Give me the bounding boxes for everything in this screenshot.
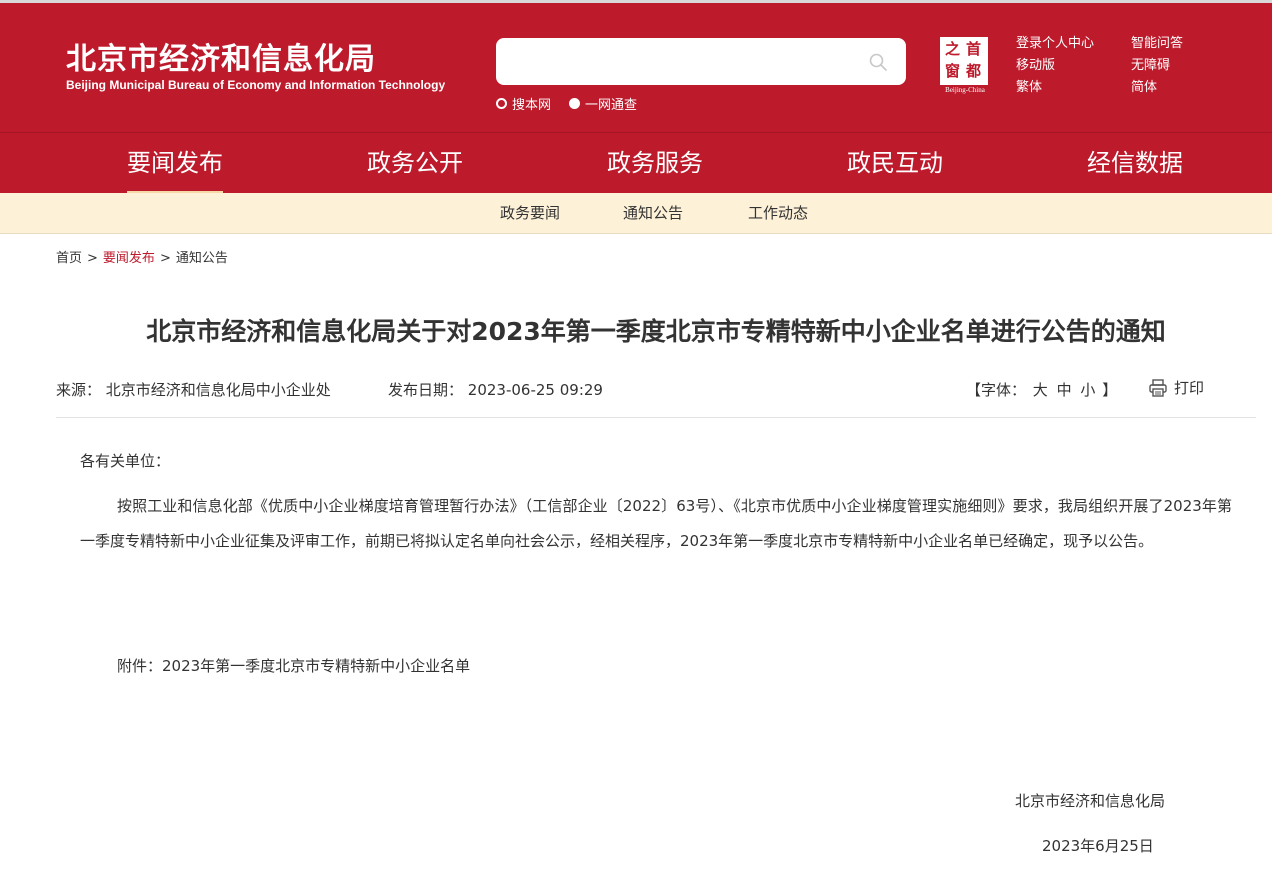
traditional-chinese-link[interactable]: 繁体	[1016, 77, 1094, 99]
capital-seal: 首 都 之 窗	[940, 37, 988, 85]
breadcrumb-separator: >	[159, 251, 171, 266]
font-size-control: 【字体： 大 中 小 】	[966, 379, 1117, 400]
header-links-col2: 智能问答 无障碍 简体	[1131, 33, 1183, 99]
main-nav: 要闻发布 政务公开 政务服务 政民互动 经信数据	[0, 132, 1272, 194]
seal-char: 之	[945, 40, 961, 58]
capital-logo-caption: Beijing-China	[945, 86, 985, 94]
radio-unselected-icon	[496, 98, 507, 109]
font-size-small[interactable]: 小	[1080, 381, 1095, 399]
source-value: 北京市经济和信息化局中小企业处	[105, 381, 331, 399]
scope-option-all[interactable]: 一网通查	[569, 94, 637, 113]
header-top-border	[0, 0, 1272, 3]
seal-char: 窗	[945, 62, 961, 80]
font-size-label-close: 】	[1102, 381, 1118, 399]
subnav-item-gov-news[interactable]: 政务要闻	[500, 193, 560, 234]
date-label: 发布日期：	[388, 381, 464, 399]
breadcrumb: 首页 > 要闻发布 > 通知公告	[56, 247, 228, 266]
header-links-col1: 登录个人中心 移动版 繁体	[1016, 33, 1094, 99]
article-date: 发布日期： 2023-06-25 09:29	[388, 379, 603, 400]
capital-window-logo[interactable]: 首 都 之 窗 Beijing-China	[938, 37, 990, 95]
scope-option-site[interactable]: 搜本网	[496, 94, 551, 113]
date-value: 2023-06-25 09:29	[467, 381, 603, 399]
sub-nav: 政务要闻 通知公告 工作动态	[0, 193, 1272, 234]
nav-item-news[interactable]: 要闻发布	[127, 133, 223, 194]
article-title: 北京市经济和信息化局关于对2023年第一季度北京市专精特新中小企业名单进行公告的…	[146, 317, 1166, 346]
site-title[interactable]: 北京市经济和信息化局	[66, 34, 376, 78]
smart-qa-link[interactable]: 智能问答	[1131, 33, 1183, 55]
seal-char: 首	[966, 40, 982, 58]
simplified-chinese-link[interactable]: 简体	[1131, 77, 1183, 99]
scope-option-label: 搜本网	[512, 98, 552, 113]
article-paragraph: 按照工业和信息化部《优质中小企业梯度培育管理暂行办法》（工信部企业〔2022〕6…	[80, 497, 1232, 550]
print-label: 打印	[1174, 379, 1205, 397]
subnav-item-notices[interactable]: 通知公告	[623, 193, 683, 234]
signature-organization: 北京市经济和信息化局	[1015, 792, 1166, 810]
site-header: 北京市经济和信息化局 Beijing Municipal Bureau of E…	[0, 0, 1272, 132]
mobile-version-link[interactable]: 移动版	[1016, 55, 1094, 77]
login-link[interactable]: 登录个人中心	[1016, 33, 1094, 55]
search-box[interactable]	[496, 38, 906, 85]
article-source: 来源： 北京市经济和信息化局中小企业处	[56, 379, 331, 400]
attachment-link[interactable]: 附件：2023年第一季度北京市专精特新中小企业名单	[117, 649, 470, 684]
subnav-item-work-updates[interactable]: 工作动态	[748, 193, 808, 234]
seal-char: 都	[966, 62, 982, 80]
site-title-english[interactable]: Beijing Municipal Bureau of Economy and …	[66, 78, 445, 92]
source-label: 来源：	[56, 381, 102, 399]
font-size-large[interactable]: 大	[1033, 381, 1048, 399]
breadcrumb-separator: >	[87, 251, 98, 266]
nav-item-interaction[interactable]: 政民互动	[847, 133, 943, 194]
breadcrumb-news[interactable]: 要闻发布	[103, 251, 155, 266]
breadcrumb-notices[interactable]: 通知公告	[176, 251, 228, 266]
breadcrumb-home[interactable]: 首页	[56, 251, 82, 266]
font-size-label: 【字体：	[966, 381, 1027, 399]
search-icon[interactable]	[868, 52, 888, 72]
nav-item-gov-affairs[interactable]: 政务公开	[367, 133, 463, 194]
nav-item-data[interactable]: 经信数据	[1087, 133, 1183, 194]
salutation: 各有关单位：	[80, 452, 171, 470]
search-input[interactable]	[510, 48, 850, 74]
nav-item-gov-services[interactable]: 政务服务	[607, 133, 703, 194]
font-size-medium[interactable]: 中	[1057, 381, 1072, 399]
meta-divider	[56, 417, 1256, 418]
print-button[interactable]: 打印	[1148, 377, 1204, 398]
accessibility-link[interactable]: 无障碍	[1131, 55, 1183, 77]
printer-icon	[1149, 378, 1167, 397]
signature-date: 2023年6月25日	[1042, 837, 1154, 855]
scope-option-label: 一网通查	[585, 98, 638, 113]
radio-selected-icon	[569, 98, 580, 109]
